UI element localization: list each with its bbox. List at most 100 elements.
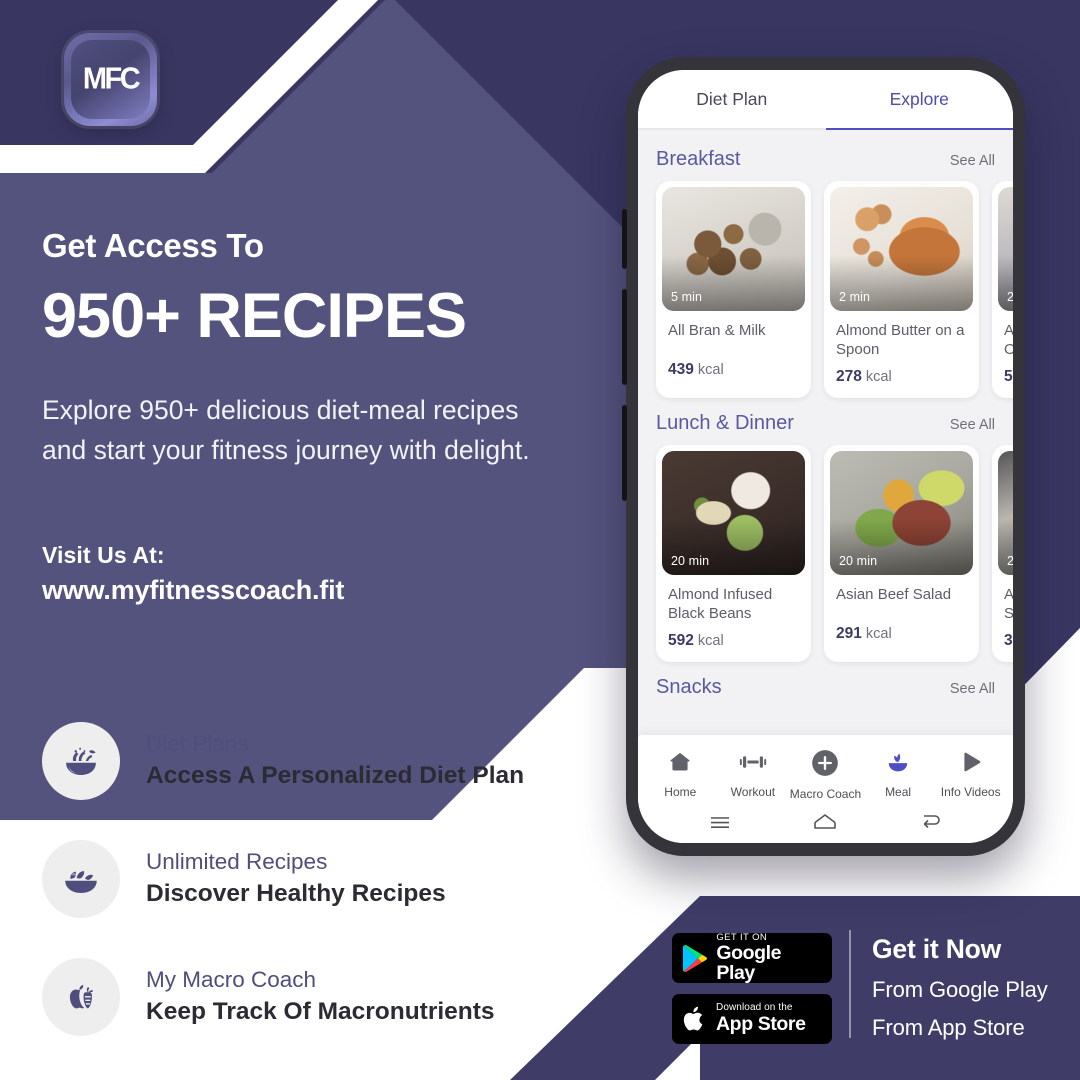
google-play-badge[interactable]: GET IT ON Google Play	[672, 933, 832, 983]
see-all-link[interactable]: See All	[950, 153, 995, 169]
recipe-image: 2 min	[830, 187, 973, 311]
recipe-image: 20 min	[998, 450, 1013, 575]
system-navigation-bar	[638, 807, 1013, 843]
plus-circle-icon	[811, 749, 839, 782]
cta-title: Get it Now	[872, 934, 1002, 964]
recipe-time-badge: 5 min	[671, 290, 703, 304]
poster-canvas: MFC Get Access To 950+ RECIPES Explore 9…	[0, 0, 1080, 1080]
recipe-name: Almond Butter on a Spoon	[836, 322, 965, 358]
recipe-card[interactable]: 20 min Asian Noodle Salad 332 kcal	[992, 444, 1013, 662]
nav-label: Macro Coach	[789, 787, 862, 801]
feature-item: Diet Plans Access A Personalized Diet Pl…	[42, 722, 602, 800]
app-logo-text: MFC	[82, 62, 141, 96]
back-icon[interactable]	[920, 813, 942, 831]
visit-label: Visit Us At:	[42, 541, 165, 568]
food-bowl-icon	[42, 840, 120, 918]
feature-subtitle: Discover Healthy Recipes	[146, 880, 446, 908]
recipe-card-row-lunch-dinner[interactable]: 20 min Almond Infused Black Beans 592 kc…	[638, 444, 1013, 662]
tab-diet-plan[interactable]: Diet Plan	[638, 70, 826, 130]
phone-screen: Diet Plan Explore Breakfast See All 5 mi…	[638, 70, 1013, 843]
feature-text: My Macro Coach Keep Track Of Macronutrie…	[146, 966, 495, 1028]
feature-list: Diet Plans Access A Personalized Diet Pl…	[42, 722, 602, 1076]
recipe-kcal-unit: kcal	[865, 625, 892, 642]
feature-subtitle: Keep Track Of Macronutrients	[146, 998, 495, 1026]
recipe-name: Almond Infused Black Beans	[668, 585, 773, 622]
phone-volume-down-button[interactable]	[622, 405, 627, 501]
recipe-kcal-unit: kcal	[865, 368, 892, 385]
google-play-small: GET IT ON	[716, 931, 768, 943]
nav-item-meal[interactable]: Meal	[862, 749, 934, 799]
nav-item-workout[interactable]: Workout	[717, 749, 789, 799]
recipe-kcal-value: 556	[1004, 367, 1013, 385]
section-header-snacks: Snacks See All	[638, 662, 1013, 709]
recipe-card[interactable]: 20 min Asian Beef Salad 291 kcal	[824, 444, 979, 662]
feature-text: Diet Plans Access A Personalized Diet Pl…	[146, 730, 524, 792]
nav-label: Meal	[885, 785, 912, 799]
tab-explore[interactable]: Explore	[825, 70, 1013, 130]
see-all-link[interactable]: See All	[950, 681, 995, 697]
hero-body: Explore 950+ delicious diet-meal recipes…	[42, 395, 530, 465]
recipe-kcal-value: 332	[1004, 631, 1013, 649]
section-header-breakfast: Breakfast See All	[638, 134, 1013, 181]
cta-line-google-play: From Google Play	[872, 977, 1048, 1002]
feature-item: Unlimited Recipes Discover Healthy Recip…	[42, 840, 602, 918]
recipe-calories: 556 kcal	[992, 360, 1013, 386]
recipe-kcal-unit: kcal	[697, 362, 724, 378]
phone-volume-up-button[interactable]	[622, 289, 627, 385]
dumbbell-icon	[739, 749, 767, 780]
tab-bar: Diet Plan Explore	[638, 70, 1013, 130]
feature-title: My Macro Coach	[146, 967, 317, 993]
feature-title: Unlimited Recipes	[146, 849, 328, 875]
phone-side-button[interactable]	[622, 209, 627, 269]
recipe-card[interactable]: 20 min Almond Infused Black Beans 592 kc…	[656, 444, 811, 662]
app-store-badge[interactable]: Download on the App Store	[672, 994, 832, 1044]
recipe-kcal-value: 592	[668, 631, 694, 649]
recipe-card-row-breakfast[interactable]: 5 min All Bran & Milk 439 kcal 2 min Alm…	[638, 181, 1013, 398]
nav-item-info-videos[interactable]: Info Videos	[935, 749, 1007, 799]
recipe-time-badge: 20 min	[1007, 553, 1013, 568]
recipe-card[interactable]: 20 min Almond Overnight Oats 556 kcal	[992, 181, 1013, 398]
hero-title: 950+ RECIPES	[42, 281, 467, 352]
recipe-calories: 439 kcal	[656, 353, 811, 379]
recipe-time-badge: 20 min	[1007, 290, 1013, 304]
recipe-name: Almond Overnight Oats	[1004, 322, 1013, 358]
recipe-calories: 332 kcal	[992, 624, 1013, 650]
section-title: Breakfast	[656, 148, 741, 170]
phone-mockup: Diet Plan Explore Breakfast See All 5 mi…	[622, 57, 1025, 856]
hero-block: Get Access To 950+ RECIPES Explore 950+ …	[42, 227, 602, 606]
google-play-big: Google Play	[716, 942, 782, 984]
recipe-card[interactable]: 2 min Almond Butter on a Spoon 278 kcal	[824, 181, 979, 398]
nav-item-macro-coach[interactable]: Macro Coach	[789, 749, 861, 801]
cta-block: Get it Now From Google Play From App Sto…	[872, 934, 1080, 1041]
website-url[interactable]: www.myfitnesscoach.fit	[42, 575, 602, 606]
recipe-calories: 278 kcal	[824, 360, 979, 386]
nav-label: Info Videos	[940, 785, 1001, 799]
home-outline-icon[interactable]	[813, 813, 837, 831]
apple-icon	[683, 1006, 703, 1031]
bottom-navigation: Home Workout Macro Coach Meal Info Video…	[638, 735, 1013, 843]
feature-text: Unlimited Recipes Discover Healthy Recip…	[146, 848, 446, 910]
recipe-image: 20 min	[662, 450, 805, 575]
home-icon	[667, 749, 693, 780]
app-logo: MFC	[64, 33, 157, 126]
recipe-kcal-unit: kcal	[697, 632, 724, 649]
hero-kicker: Get Access To	[42, 227, 264, 264]
recipe-card[interactable]: 5 min All Bran & Milk 439 kcal	[656, 181, 811, 398]
recipe-kcal-value: 439	[668, 361, 694, 378]
app-logo-tile: MFC	[71, 40, 150, 119]
recipe-calories: 592 kcal	[656, 624, 811, 650]
store-badges: GET IT ON Google Play Download on the Ap…	[672, 933, 832, 1055]
recipe-calories: 291 kcal	[824, 617, 979, 643]
app-store-text: Download on the App Store	[716, 1003, 806, 1035]
app-store-big: App Store	[716, 1013, 806, 1036]
cta-line-app-store: From App Store	[872, 1015, 1025, 1040]
recipe-name: All Bran & Milk	[668, 322, 766, 339]
feature-item: My Macro Coach Keep Track Of Macronutrie…	[42, 958, 602, 1036]
recipe-kcal-value: 291	[836, 624, 862, 642]
recipe-image: 5 min	[662, 187, 805, 311]
recipe-kcal-value: 278	[836, 367, 862, 385]
nav-item-home[interactable]: Home	[644, 749, 716, 799]
menu-icon[interactable]	[709, 814, 731, 830]
recipe-name: Asian Noodle Salad	[1004, 585, 1013, 622]
see-all-link[interactable]: See All	[950, 417, 995, 433]
